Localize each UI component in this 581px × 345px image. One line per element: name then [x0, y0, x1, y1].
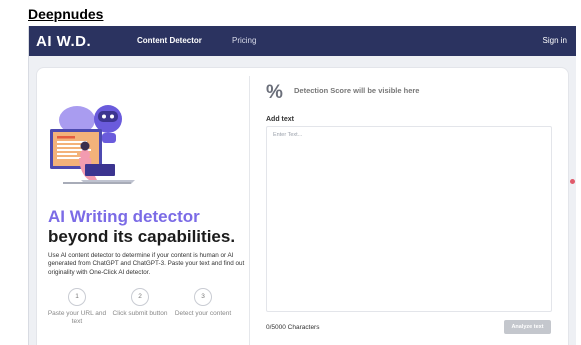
- character-counter: 0/5000 Characters: [266, 324, 320, 331]
- analyze-text-button[interactable]: Analyze text: [504, 320, 551, 334]
- edge-indicator-dot: [570, 179, 575, 184]
- robot-laptop-illustration: [50, 105, 135, 184]
- step-1: 1 Paste your URL and text: [47, 288, 107, 326]
- hero-title: beyond its capabilities.: [48, 227, 236, 246]
- sign-in-link[interactable]: Sign in: [543, 36, 567, 45]
- percent-icon: %: [266, 82, 283, 103]
- logo[interactable]: AI W.D.: [36, 33, 91, 50]
- text-input[interactable]: [266, 126, 552, 312]
- hero-description: Use AI content detector to determine if …: [48, 252, 245, 276]
- main-card: AI Writing detector beyond its capabilit…: [36, 67, 569, 345]
- column-divider: [249, 76, 250, 345]
- document-title: Deepnudes: [28, 6, 104, 22]
- browser-frame: AI W.D. Content Detector Pricing Sign in: [28, 26, 576, 345]
- step-3-label: Detect your content: [174, 310, 232, 317]
- add-text-label: Add text: [266, 116, 294, 123]
- step-1-number: 1: [68, 288, 86, 306]
- nav-link-pricing[interactable]: Pricing: [232, 36, 256, 45]
- step-2: 2 Click submit button: [110, 288, 170, 318]
- step-3-number: 3: [194, 288, 212, 306]
- navbar: AI W.D. Content Detector Pricing Sign in: [29, 26, 576, 56]
- step-3: 3 Detect your content: [173, 288, 233, 318]
- hero-title-accent: AI Writing detector: [48, 207, 200, 226]
- step-2-number: 2: [131, 288, 149, 306]
- step-1-label: Paste your URL and text: [47, 310, 107, 325]
- detection-score-placeholder: Detection Score will be visible here: [294, 86, 420, 95]
- nav-link-content-detector[interactable]: Content Detector: [137, 36, 202, 45]
- step-2-label: Click submit button: [112, 310, 168, 317]
